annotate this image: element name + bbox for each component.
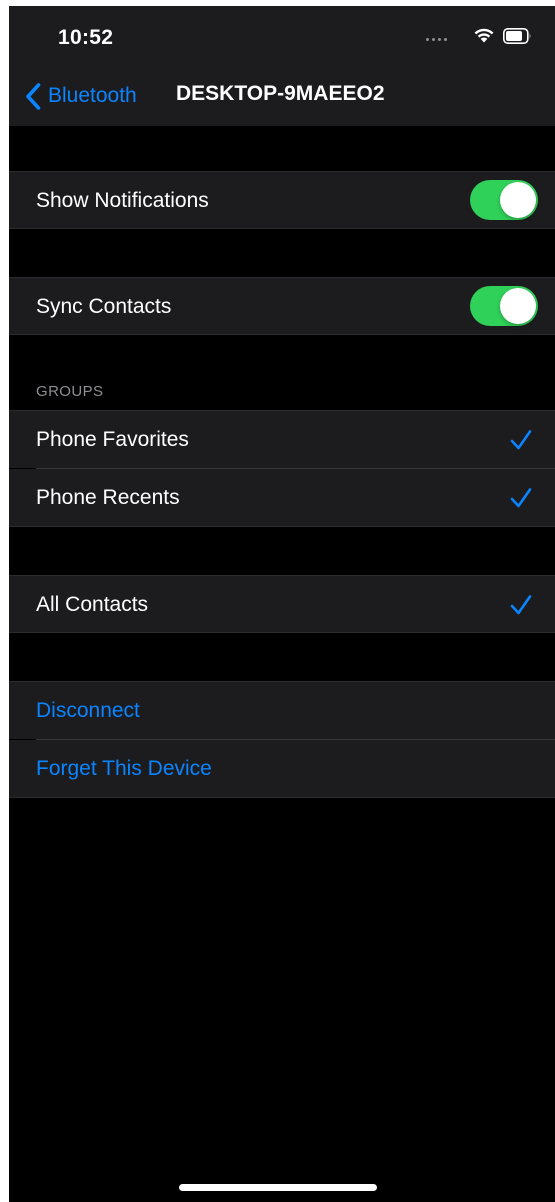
status-time: 10:52	[58, 26, 114, 49]
all-contacts-label: All Contacts	[36, 593, 149, 616]
group-item-label: Phone Favorites	[36, 428, 189, 451]
sync-contacts-label: Sync Contacts	[36, 295, 172, 318]
group-item-phone-favorites[interactable]: Phone Favorites	[9, 410, 555, 468]
group-item-label: Phone Recents	[36, 486, 180, 509]
toggle-knob	[500, 182, 536, 218]
groups-section-header: GROUPS	[36, 383, 104, 400]
group-item-phone-recents[interactable]: Phone Recents	[9, 469, 555, 527]
show-notifications-label: Show Notifications	[36, 189, 209, 212]
chevron-left-icon	[26, 82, 41, 110]
toggle-knob	[500, 288, 536, 324]
wifi-icon	[474, 28, 494, 43]
all-contacts-row[interactable]: All Contacts	[9, 575, 555, 633]
disconnect-button[interactable]: Disconnect	[9, 681, 555, 739]
show-notifications-row: Show Notifications	[9, 171, 555, 229]
status-bar: 10:52	[9, 6, 555, 66]
signal-dots-icon	[426, 38, 450, 42]
sync-contacts-row: Sync Contacts	[9, 277, 555, 335]
settings-screen: 10:52 Bluetooth DESKTOP-9MAEEO2 Show Not…	[9, 6, 555, 1202]
disconnect-label: Disconnect	[36, 699, 140, 722]
show-notifications-toggle[interactable]	[470, 180, 538, 220]
back-button-label: Bluetooth	[48, 84, 137, 107]
back-button[interactable]: Bluetooth	[25, 80, 137, 112]
checkmark-icon	[510, 430, 532, 450]
forget-device-button[interactable]: Forget This Device	[9, 740, 555, 798]
battery-icon	[503, 28, 531, 44]
sync-contacts-toggle[interactable]	[470, 286, 538, 326]
checkmark-icon	[510, 488, 532, 508]
forget-device-label: Forget This Device	[36, 757, 212, 780]
page-title: DESKTOP-9MAEEO2	[176, 82, 385, 105]
home-indicator	[179, 1184, 377, 1191]
checkmark-icon	[510, 595, 532, 615]
navigation-bar: Bluetooth DESKTOP-9MAEEO2	[9, 66, 555, 126]
